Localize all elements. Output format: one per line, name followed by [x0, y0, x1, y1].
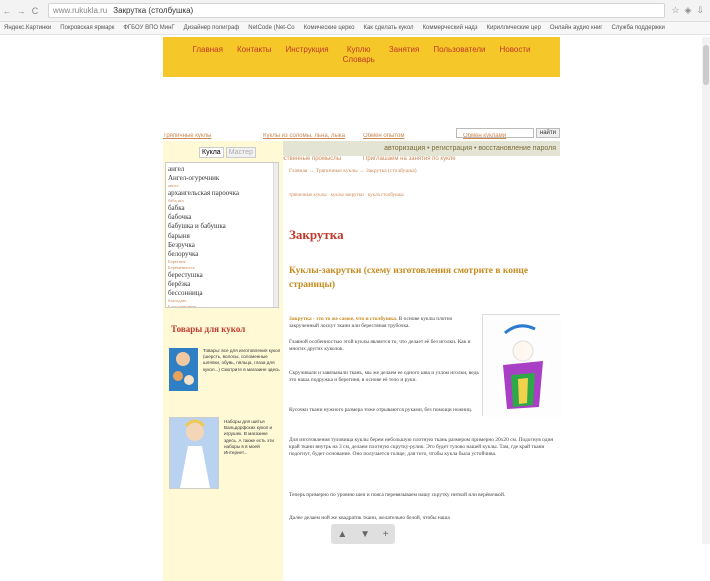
- bookmark-item[interactable]: Как сделать кукол: [363, 25, 413, 31]
- nav-item[interactable]: Занятия: [389, 45, 420, 77]
- bookmark-item[interactable]: ФГБОУ ВПО МинГ: [123, 25, 174, 31]
- auth-bar[interactable]: авторизация • регистрация • восстановлен…: [283, 141, 560, 156]
- goods-title: Товары для кукол: [171, 324, 246, 334]
- doll-photo: [482, 314, 561, 417]
- dictionary-item[interactable]: Безручка: [168, 241, 276, 250]
- browser-toolbar: ← → C www.rukukla.ru Закрутка (столбушка…: [0, 0, 710, 22]
- page-scrollbar[interactable]: [702, 37, 710, 544]
- tab-title: Закрутка (столбушка): [113, 6, 194, 15]
- paragraph-5: Для изготовления туловища куклы берем не…: [289, 437, 554, 458]
- page-scrollbar-thumb[interactable]: [703, 45, 709, 85]
- image-nav-overlay: ▲ ▼ +: [331, 524, 395, 544]
- goods-text-2: Наборы для шитья Вальдорфских кукол и иг…: [224, 419, 274, 456]
- left-sidebar: Кукла Мастер ангел Ангел-огуречник ангел ар…: [163, 141, 283, 581]
- main-nav: Главная Контакты Инструкция Куплю Словарь За…: [163, 37, 560, 77]
- plus-icon[interactable]: +: [383, 529, 389, 540]
- tag-link[interactable]: кукла столбушка: [368, 193, 404, 198]
- nav-item[interactable]: Инструкция: [286, 45, 329, 77]
- paragraph-1: Закрутка - это то же самое, что и столбу…: [289, 316, 479, 330]
- dictionary-item[interactable]: архангельская пароочка: [168, 189, 276, 198]
- bookmark-item[interactable]: NetCode (Net-Co: [248, 25, 294, 31]
- main-content: Главная → Тряпичные куклы → Закрутка (ст…: [283, 157, 561, 581]
- dictionary-item[interactable]: ангел: [168, 165, 276, 174]
- star-icon[interactable]: ☆: [671, 5, 679, 16]
- bookmarks-bar: Яндекс.Картинки Покровская ярмарк ФГБОУ ВП…: [0, 22, 710, 35]
- paragraph-4: Кусочки ткани нужного размера тоже отрыв…: [289, 407, 473, 413]
- article-subtitle: Куклы-закрутки (схему изготовления смотр…: [289, 266, 529, 290]
- url-host: www.rukukla.ru: [53, 6, 108, 15]
- paragraph-7: Далее делаем ной же квадратик ткани, жел…: [289, 515, 450, 521]
- down-arrow-icon[interactable]: ▼: [360, 529, 370, 540]
- dictionary-item[interactable]: берестушка: [168, 271, 276, 280]
- tag-list: тряпичные куклы куклы закрутки кукла столб…: [289, 193, 404, 198]
- goods-thumb-2[interactable]: [169, 417, 219, 489]
- address-bar[interactable]: www.rukukla.ru Закрутка (столбушка): [48, 3, 666, 18]
- bookmark-item[interactable]: Дизайнер полиграф: [184, 25, 240, 31]
- nav-item[interactable]: Пользователи: [433, 45, 485, 77]
- goods-text-1: Товары: все для изготовления кукол (шерс…: [203, 348, 281, 372]
- back-icon[interactable]: ←: [0, 6, 14, 16]
- dictionary-list[interactable]: ангел Ангел-огуречник ангел архангельская п…: [165, 162, 279, 308]
- site-link[interactable]: Куклы из соломы, льна, лыка: [263, 133, 358, 141]
- dictionary-item[interactable]: бессонница: [168, 289, 276, 298]
- dictionary-item[interactable]: Ангел-огуречник: [168, 174, 276, 183]
- tab-master[interactable]: Мастер: [225, 147, 256, 158]
- forward-icon[interactable]: →: [14, 6, 28, 16]
- bookmark-item[interactable]: Онлайн аудио книг: [550, 25, 603, 31]
- bookmark-item[interactable]: Покровская ярмарк: [60, 25, 114, 31]
- bookmark-item[interactable]: Кириллические цер: [487, 25, 541, 31]
- paragraph-3: Скручивали и завязывали ткань, мы же дел…: [289, 370, 479, 384]
- page-title: Закрутка: [289, 227, 344, 242]
- download-icon[interactable]: ⇩: [696, 5, 704, 16]
- dictionary-item[interactable]: берёзка: [168, 280, 276, 289]
- breadcrumb[interactable]: Главная → Тряпичные куклы → Закрутка (ст…: [289, 168, 417, 174]
- shield-icon[interactable]: ◈: [685, 5, 692, 16]
- bookmark-item[interactable]: Комические церко: [304, 25, 355, 31]
- nav-item[interactable]: Куплю Словарь: [343, 45, 375, 77]
- dictionary-item[interactable]: белоручка: [168, 250, 276, 259]
- dictionary-item[interactable]: бабушка и бабушка: [168, 222, 276, 231]
- paragraph-2: Главной особенностью этой куклы является…: [289, 339, 471, 353]
- paragraph-1-highlight: Закрутка - это то же самое, что и столбу…: [289, 316, 398, 322]
- search-row: найти: [455, 128, 560, 138]
- nav-item[interactable]: Контакты: [237, 45, 272, 77]
- tag-link[interactable]: тряпичные куклы: [289, 193, 327, 198]
- up-arrow-icon[interactable]: ▲: [337, 529, 347, 540]
- dictionary-item[interactable]: барыня: [168, 232, 276, 241]
- nav-item[interactable]: Новости: [500, 45, 531, 77]
- dictionary-scrollbar[interactable]: [273, 163, 278, 307]
- bookmark-item[interactable]: Коммерческий надз: [423, 25, 478, 31]
- dictionary-item[interactable]: бабочка: [168, 213, 276, 222]
- tag-link[interactable]: куклы закрутки: [331, 193, 364, 198]
- site-link[interactable]: Обмен опытом: [363, 133, 458, 141]
- search-input[interactable]: [455, 128, 534, 138]
- site-link[interactable]: Тряпичные куклы: [163, 133, 258, 141]
- goods-thumb-1[interactable]: [169, 348, 198, 391]
- paragraph-6: Теперь примерно по уровню шеи и пояса пе…: [289, 492, 506, 498]
- nav-item[interactable]: Главная: [193, 45, 223, 77]
- tab-doll[interactable]: Кукла: [199, 147, 224, 158]
- bookmark-item[interactable]: Яндекс.Картинки: [4, 25, 51, 31]
- page: Главная Контакты Инструкция Куплю Словарь За…: [163, 37, 561, 581]
- dictionary-item[interactable]: Благоденствие: [168, 304, 276, 307]
- bookmark-item[interactable]: Служба поддержки: [611, 25, 664, 31]
- search-button[interactable]: найти: [535, 128, 560, 138]
- dictionary-item[interactable]: бабка: [168, 204, 276, 213]
- reload-icon[interactable]: C: [28, 6, 42, 16]
